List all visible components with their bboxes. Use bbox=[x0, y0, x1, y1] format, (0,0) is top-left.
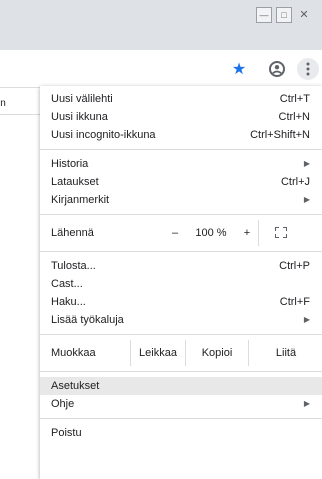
menu-item-shortcut: Ctrl+Shift+N bbox=[250, 129, 310, 141]
zoom-out-button[interactable]: – bbox=[165, 227, 185, 239]
menu-item-label: Poistu bbox=[51, 427, 82, 439]
menu-item-shortcut: Ctrl+T bbox=[279, 93, 310, 105]
cut-button[interactable]: Leikkaa bbox=[130, 340, 185, 366]
menu-item-downloads[interactable]: Lataukset Ctrl+J bbox=[40, 173, 322, 191]
menu-item-find[interactable]: Haku... Ctrl+F bbox=[40, 293, 322, 311]
menu-item-label: Uusi ikkuna bbox=[51, 111, 108, 123]
menu-item-label: Asetukset bbox=[51, 380, 100, 392]
menu-item-label: Ohje bbox=[51, 398, 75, 410]
submenu-arrow-icon: ▶ bbox=[303, 195, 310, 204]
menu-item-help[interactable]: Ohje ▶ bbox=[40, 395, 322, 413]
menu-item-bookmarks[interactable]: Kirjanmerkit ▶ bbox=[40, 191, 322, 209]
close-button[interactable]: ✕ bbox=[296, 7, 312, 23]
menu-item-label: Lataukset bbox=[51, 176, 99, 188]
zoom-row: Lähennä – 100 % + bbox=[40, 220, 322, 246]
browser-toolbar: ★ bbox=[0, 50, 322, 88]
edit-label: Muokkaa bbox=[51, 347, 96, 359]
maximize-button[interactable]: □ bbox=[276, 7, 292, 23]
chrome-main-menu: Uusi välilehti Ctrl+T Uusi ikkuna Ctrl+N… bbox=[40, 86, 322, 479]
menu-item-shortcut: Ctrl+F bbox=[279, 296, 310, 308]
menu-item-more-tools[interactable]: Lisää työkaluja ▶ bbox=[40, 311, 322, 329]
menu-separator bbox=[40, 418, 322, 419]
menu-item-label: Uusi incognito-ikkuna bbox=[51, 129, 156, 141]
zoom-label: Lähennä bbox=[51, 227, 94, 239]
menu-item-new-window[interactable]: Uusi ikkuna Ctrl+N bbox=[40, 108, 322, 126]
submenu-arrow-icon: ▶ bbox=[303, 399, 310, 408]
menu-item-exit[interactable]: Poistu bbox=[40, 424, 322, 442]
menu-item-label: Uusi välilehti bbox=[51, 93, 113, 105]
edit-row: Muokkaa Leikkaa Kopioi Liitä bbox=[40, 340, 322, 366]
menu-separator bbox=[40, 371, 322, 372]
menu-item-cast[interactable]: Cast... bbox=[40, 275, 322, 293]
menu-item-label: Kirjanmerkit bbox=[51, 194, 110, 206]
page-content: in bbox=[0, 88, 40, 479]
zoom-in-button[interactable]: + bbox=[237, 227, 257, 239]
menu-item-shortcut: Ctrl+N bbox=[278, 111, 310, 123]
menu-item-new-incognito-window[interactable]: Uusi incognito-ikkuna Ctrl+Shift+N bbox=[40, 126, 322, 144]
menu-separator bbox=[40, 214, 322, 215]
menu-item-label: Haku... bbox=[51, 296, 86, 308]
menu-item-label: Cast... bbox=[51, 278, 83, 290]
copy-button[interactable]: Kopioi bbox=[185, 340, 248, 366]
minimize-button[interactable]: — bbox=[256, 7, 272, 23]
paste-button[interactable]: Liitä bbox=[248, 340, 322, 366]
zoom-divider bbox=[258, 220, 259, 246]
menu-item-label: Lisää työkaluja bbox=[51, 314, 124, 326]
more-vert-icon[interactable] bbox=[297, 58, 319, 80]
window-controls: — □ ✕ bbox=[256, 7, 312, 23]
menu-item-label: Tulosta... bbox=[51, 260, 96, 272]
menu-separator bbox=[40, 251, 322, 252]
page-divider bbox=[0, 114, 40, 115]
menu-separator bbox=[40, 149, 322, 150]
menu-item-label: Historia bbox=[51, 158, 89, 170]
fullscreen-icon[interactable] bbox=[275, 227, 287, 238]
zoom-level: 100 % bbox=[195, 227, 227, 239]
menu-item-shortcut: Ctrl+J bbox=[280, 176, 310, 188]
menu-item-settings[interactable]: Asetukset bbox=[40, 377, 322, 395]
submenu-arrow-icon: ▶ bbox=[303, 159, 310, 168]
menu-item-print[interactable]: Tulosta... Ctrl+P bbox=[40, 257, 322, 275]
menu-separator bbox=[40, 334, 322, 335]
profile-icon[interactable] bbox=[266, 58, 288, 80]
menu-item-new-tab[interactable]: Uusi välilehti Ctrl+T bbox=[40, 90, 322, 108]
menu-item-history[interactable]: Historia ▶ bbox=[40, 155, 322, 173]
star-icon[interactable]: ★ bbox=[228, 58, 250, 80]
partial-page-text: in bbox=[0, 98, 6, 109]
menu-item-shortcut: Ctrl+P bbox=[279, 260, 310, 272]
submenu-arrow-icon: ▶ bbox=[303, 315, 310, 324]
title-bar: — □ ✕ bbox=[0, 0, 322, 50]
